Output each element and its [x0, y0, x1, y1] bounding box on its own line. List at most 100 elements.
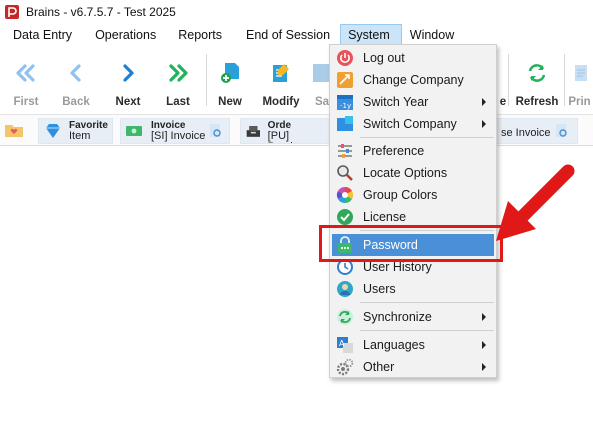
- save-label: Sa: [314, 96, 330, 108]
- print-button[interactable]: Prin: [566, 48, 593, 112]
- menu-separator: [360, 330, 494, 331]
- company-icon: [337, 116, 353, 131]
- menu-bar: Data Entry Operations Reports End of Ses…: [0, 24, 593, 46]
- menu-item-other[interactable]: Other: [332, 356, 494, 378]
- document-search-icon: [555, 124, 567, 137]
- svg-text:-1y: -1y: [340, 102, 351, 110]
- last-button[interactable]: Last: [153, 48, 203, 112]
- menu-item-group-colors[interactable]: Group Colors: [332, 184, 494, 206]
- menu-item-languages[interactable]: A Languages: [332, 334, 494, 356]
- check-icon: [337, 209, 353, 225]
- menu-end-of-session[interactable]: End of Session: [232, 24, 340, 46]
- last-label: Last: [166, 96, 190, 108]
- shortcut-subtitle: [PU] Purchas: [267, 130, 308, 144]
- submenu-arrow-icon: [482, 120, 486, 128]
- toolbar-separator: [564, 54, 565, 106]
- user-icon: [337, 281, 353, 297]
- menu-item-preference[interactable]: Preference: [332, 140, 494, 162]
- quick-access-bar: Favorite Item Invoice [SI] Invoice Purch…: [0, 114, 593, 146]
- menu-separator: [360, 302, 494, 303]
- menu-item-label: Languages: [363, 338, 425, 352]
- first-button[interactable]: First: [1, 48, 51, 112]
- shortcut-favorite-item[interactable]: Favorite Item: [38, 118, 113, 144]
- shortcut-purchase-order[interactable]: Purchase Orde [PU] Purchas: [240, 118, 332, 144]
- menu-item-label: Users: [363, 282, 396, 296]
- shortcut-subtitle: se Invoice: [501, 126, 551, 139]
- print-icon: [567, 60, 593, 86]
- menu-reports[interactable]: Reports: [166, 24, 232, 46]
- toolbar-separator: [508, 54, 509, 106]
- next-label: Next: [115, 96, 141, 108]
- double-chevron-right-icon: [165, 60, 191, 86]
- first-label: First: [13, 96, 39, 108]
- menu-item-change-company[interactable]: Change Company: [332, 69, 494, 91]
- toolbar: First Back Next Last New Modify Sa e Ref…: [0, 48, 593, 112]
- system-dropdown-menu: Log out Change Company -1y Switch Year S…: [329, 44, 497, 378]
- app-logo-icon: [5, 5, 19, 19]
- favorites-folder-button[interactable]: [4, 118, 30, 142]
- shortcut-subtitle: [SI] Invoice: [151, 130, 206, 142]
- menu-item-label: Group Colors: [363, 188, 438, 202]
- new-document-icon: [217, 60, 243, 86]
- shortcut-purchase-invoice[interactable]: se Invoice: [490, 118, 578, 144]
- magnifier-icon: [337, 165, 353, 181]
- chevron-left-icon: [63, 60, 89, 86]
- refresh-label: Refresh: [515, 96, 559, 108]
- menu-separator: [360, 137, 494, 138]
- menu-item-users[interactable]: Users: [332, 278, 494, 300]
- calendar-icon: -1y: [337, 95, 353, 110]
- change-company-icon: [337, 72, 353, 88]
- menu-item-label: Other: [363, 360, 395, 374]
- menu-item-label: Synchronize: [363, 310, 432, 324]
- title-bar: Brains - v6.7.5.7 - Test 2025: [0, 0, 593, 24]
- submenu-arrow-icon: [482, 98, 486, 106]
- next-button[interactable]: Next: [103, 48, 153, 112]
- diamond-icon: [46, 124, 60, 138]
- refresh-icon: [524, 60, 550, 86]
- document-search-icon: [210, 124, 222, 137]
- menu-item-log-out[interactable]: Log out: [332, 47, 494, 69]
- menu-item-switch-year[interactable]: -1y Switch Year: [332, 91, 494, 113]
- submenu-arrow-icon: [482, 313, 486, 321]
- menu-window[interactable]: Window: [402, 24, 464, 46]
- menu-data-entry[interactable]: Data Entry: [0, 24, 82, 46]
- menu-item-locate-options[interactable]: Locate Options: [332, 162, 494, 184]
- menu-operations[interactable]: Operations: [82, 24, 166, 46]
- menu-item-label: License: [363, 210, 407, 224]
- power-icon: [337, 50, 353, 66]
- menu-item-label: Switch Year: [363, 95, 429, 109]
- red-pointer-arrow-icon: [496, 164, 575, 241]
- money-icon: [126, 126, 142, 136]
- shortcut-subtitle: Item: [69, 130, 91, 142]
- favorite-folder-icon: [5, 125, 23, 137]
- new-button[interactable]: New: [205, 48, 255, 112]
- password-highlight-annotation: [319, 225, 503, 262]
- print-label: Prin: [568, 96, 591, 108]
- sync-icon: [337, 309, 353, 325]
- menu-item-label: User History: [363, 260, 432, 274]
- new-label: New: [218, 96, 242, 108]
- submenu-arrow-icon: [482, 363, 486, 371]
- color-wheel-icon: [336, 186, 354, 204]
- menu-item-label: Switch Company: [363, 117, 457, 131]
- back-button[interactable]: Back: [51, 48, 101, 112]
- double-chevron-left-icon: [13, 60, 39, 86]
- svg-text:A: A: [339, 339, 345, 348]
- window-title: Brains - v6.7.5.7 - Test 2025: [26, 5, 176, 19]
- shortcut-invoice[interactable]: Invoice [SI] Invoice: [120, 118, 230, 144]
- menu-item-synchronize[interactable]: Synchronize: [332, 306, 494, 328]
- cash-register-icon: [246, 125, 261, 137]
- gears-icon: [336, 358, 354, 376]
- back-label: Back: [62, 96, 90, 108]
- modify-button[interactable]: Modify: [256, 48, 306, 112]
- submenu-arrow-icon: [482, 341, 486, 349]
- chevron-right-icon: [115, 60, 141, 86]
- menu-item-label: Log out: [363, 51, 405, 65]
- sliders-icon: [338, 144, 352, 158]
- menu-system[interactable]: System: [340, 24, 402, 46]
- menu-item-label: Preference: [363, 144, 425, 158]
- menu-item-switch-company[interactable]: Switch Company: [332, 113, 494, 135]
- menu-item-label: Change Company: [363, 73, 464, 87]
- refresh-button[interactable]: Refresh: [512, 48, 562, 112]
- edit-document-icon: [268, 60, 294, 86]
